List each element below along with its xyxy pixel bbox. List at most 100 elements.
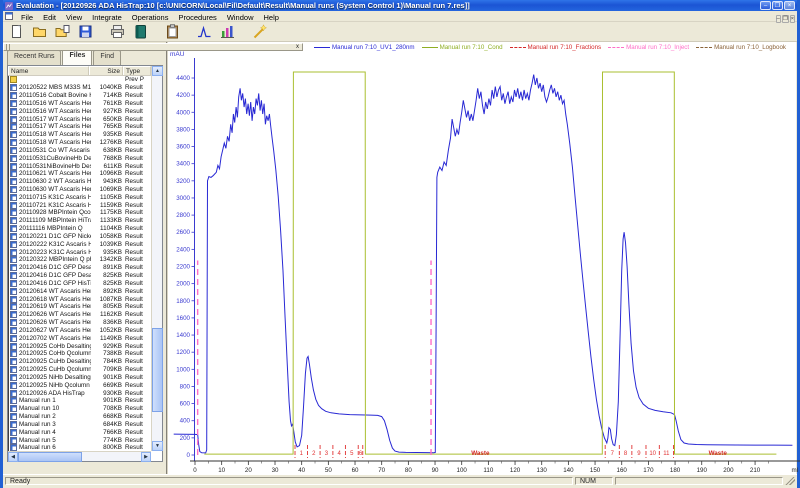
menu-view[interactable]: View <box>61 13 87 22</box>
file-row[interactable]: 20110516 Cobalt Bovine Hemoglo...714KBRe… <box>8 92 151 100</box>
tab-files[interactable]: Files <box>62 49 92 65</box>
file-row[interactable]: 20120925 NiHb Desalting901KBResult <box>8 373 151 381</box>
file-row[interactable]: 20110518 WT Ascaris Hemoglobin...1276KBR… <box>8 139 151 147</box>
file-row[interactable]: 20110721 K31C Ascaris Hemoglob...1159KBR… <box>8 201 151 209</box>
file-row[interactable]: 20120222 K31C Ascaris Hemoglob...1039KBR… <box>8 240 151 248</box>
legend-item[interactable]: Manual run 7:10_UV1_280nm <box>314 44 415 51</box>
chromatogram-plot[interactable]: mAU0200400600800100012001400160018002000… <box>168 42 800 474</box>
drag-grip[interactable] <box>6 44 12 50</box>
menu-operations[interactable]: Operations <box>127 13 174 22</box>
file-row[interactable]: 20120626 WT Ascaris Hemoglobin...836KBRe… <box>8 319 151 327</box>
mdi-close-button[interactable]: × <box>790 15 795 23</box>
result-file-icon <box>10 303 17 310</box>
file-row[interactable]: 20110516 WT Ascaris Hemoglobin...761KBRe… <box>8 99 151 107</box>
histogram-button[interactable] <box>217 23 237 40</box>
file-row[interactable]: 20120416 D1C GFP Desalt 50mMT...825KBRes… <box>8 272 151 280</box>
file-row[interactable]: 20110715 K31C Ascaris Hemoglob...1105KBR… <box>8 193 151 201</box>
file-row[interactable]: 20120925 CoHb Qcolumn738KBResult <box>8 350 151 358</box>
file-row[interactable]: 20111109 MBPIntein HiTrapQ1133KBResult <box>8 217 151 225</box>
horizontal-scroll-thumb[interactable] <box>18 452 82 462</box>
menu-procedures[interactable]: Procedures <box>173 13 221 22</box>
file-row[interactable]: 20120925 CuHb Qcolumn709KBResult <box>8 366 151 374</box>
menu-integrate[interactable]: Integrate <box>87 13 127 22</box>
print-button[interactable] <box>107 23 127 40</box>
file-row[interactable]: 20120619 WT Ascaris Hemoglobin...805KBRe… <box>8 303 151 311</box>
file-row[interactable]: 20110531CuBovineHb Desalt768KBResult <box>8 154 151 162</box>
legend-item[interactable]: Manual run 7:10_Logbook <box>696 44 786 51</box>
file-row[interactable]: 20120221 D1C GFP NickelColumn1058KBResul… <box>8 233 151 241</box>
x-tick-label: 160 <box>617 467 628 474</box>
file-row[interactable]: 20120925 CuHb Desalting784KBResult <box>8 358 151 366</box>
save-button[interactable] <box>75 23 95 40</box>
file-row[interactable]: 20120614 WT Ascaris Hemoglobin...892KBRe… <box>8 287 151 295</box>
file-row[interactable]: 20110517 WT Ascaris Hemoglobin...765KBRe… <box>8 123 151 131</box>
file-row[interactable]: 20110621 WT Ascaris Hemoglobin...1096KBR… <box>8 170 151 178</box>
file-row[interactable]: Manual run 5774KBResult <box>8 436 151 444</box>
file-row[interactable]: 20110630 2 WT Ascaris Hemoglob...943KBRe… <box>8 178 151 186</box>
file-row[interactable]: 20110531NiBovineHb Desalt611KBResult <box>8 162 151 170</box>
result-file-icon <box>10 374 17 381</box>
file-row[interactable]: 20120618 WT Ascaris Hemoglobin...1087KBR… <box>8 295 151 303</box>
legend-item[interactable]: Manual run 7:10_Inject <box>608 44 689 51</box>
legend-item[interactable]: Manual run 7:10_Cond <box>422 44 503 51</box>
wand-button[interactable] <box>249 23 269 40</box>
file-row[interactable]: 20110516 WT Ascaris Hemoglobin...927KBRe… <box>8 107 151 115</box>
legend-item[interactable]: Manual run 7:10_Fractions <box>510 44 602 51</box>
file-row[interactable]: Prev P <box>8 76 151 84</box>
file-row[interactable]: 20120702 WT Ascaris Hemoglobin...1149KBR… <box>8 334 151 342</box>
menu-edit[interactable]: Edit <box>38 13 61 22</box>
scroll-right-arrow[interactable]: ▶ <box>141 452 151 462</box>
report-button[interactable] <box>130 23 150 40</box>
file-size: 766KB <box>91 429 125 436</box>
file-row[interactable]: 20120925 NiHb Qcolumn669KBResult <box>8 381 151 389</box>
file-row[interactable]: 20120223 K31C Ascaris Hemoglob...935KBRe… <box>8 248 151 256</box>
vertical-scroll-thumb[interactable] <box>152 328 163 413</box>
open-button[interactable] <box>29 23 49 40</box>
new-button[interactable] <box>6 23 26 40</box>
file-row[interactable]: 20120626 WT Ascaris Hemoglobin...1162KBR… <box>8 311 151 319</box>
file-row[interactable]: Manual run 6800KBResult <box>8 444 151 451</box>
mdi-minimize-button[interactable]: – <box>776 15 781 23</box>
file-name: 20120416 D1C GFP HisTrap <box>19 280 91 287</box>
file-row[interactable]: 20110630 WT Ascaris Hemoglobin...1069KBR… <box>8 186 151 194</box>
tab-recent-runs[interactable]: Recent Runs <box>7 50 61 65</box>
file-size: 935KB <box>91 131 125 138</box>
file-row[interactable]: 20120522 MBS M33S M102S Asc...1040KBResu… <box>8 84 151 92</box>
minimize-button[interactable]: – <box>760 1 771 10</box>
file-row[interactable]: 20120416 D1C GFP HisTrap825KBResult <box>8 280 151 288</box>
file-row[interactable]: 20120627 WT Ascaris Hemoglobin...1052KBR… <box>8 327 151 335</box>
file-row[interactable]: 20110517 WT Ascaris Hemoglobin...650KBRe… <box>8 115 151 123</box>
file-row[interactable]: Manual run 3684KBResult <box>8 420 151 428</box>
mdi-restore-button[interactable]: ❐ <box>782 15 789 23</box>
file-row[interactable]: 20110531 Co WT Ascaris Hb638KBResult <box>8 146 151 154</box>
column-header-type[interactable]: Type <box>123 66 151 75</box>
file-row[interactable]: Manual run 1901KBResult <box>8 397 151 405</box>
scroll-left-arrow[interactable]: ◀ <box>8 452 18 462</box>
column-header-name[interactable]: Name <box>8 66 89 75</box>
resize-grip[interactable] <box>785 477 795 485</box>
menu-file[interactable]: File <box>16 13 38 22</box>
file-row[interactable]: 20120322 MBPIntein Q pH91342KBResult <box>8 256 151 264</box>
file-row[interactable]: 20111116 MBPIntein Q1104KBResult <box>8 225 151 233</box>
file-row[interactable]: Manual run 4766KBResult <box>8 428 151 436</box>
print-icon <box>110 24 125 39</box>
menu-help[interactable]: Help <box>259 13 284 22</box>
copy-button[interactable] <box>162 23 182 40</box>
scroll-down-arrow[interactable]: ▼ <box>152 441 163 451</box>
file-row[interactable]: 20120416 D1C GFP Desalt 25mMT...891KBRes… <box>8 264 151 272</box>
file-row[interactable]: 20110518 WT Ascaris Hemoglobin...935KBRe… <box>8 131 151 139</box>
file-row[interactable]: 20120925 CoHb Desalting929KBResult <box>8 342 151 350</box>
file-row[interactable]: 20110928 MBPIntein Qcolum1175KBResult <box>8 209 151 217</box>
file-row[interactable]: Manual run 2668KBResult <box>8 413 151 421</box>
file-row[interactable]: Manual run 10708KBResult <box>8 405 151 413</box>
integrate-button[interactable] <box>194 23 214 40</box>
open-result-button[interactable] <box>52 23 72 40</box>
menu-window[interactable]: Window <box>222 13 259 22</box>
vertical-scrollbar[interactable]: ▲ ▼ <box>151 66 162 451</box>
scroll-up-arrow[interactable]: ▲ <box>152 66 163 76</box>
tab-find[interactable]: Find <box>93 50 121 65</box>
column-header-size[interactable]: Size <box>89 66 123 75</box>
file-row[interactable]: 20120926 ADA HisTrap930KBResult <box>8 389 151 397</box>
panel-close-icon[interactable]: x <box>296 44 299 50</box>
horizontal-scrollbar[interactable]: ◀ ▶ <box>8 451 151 461</box>
